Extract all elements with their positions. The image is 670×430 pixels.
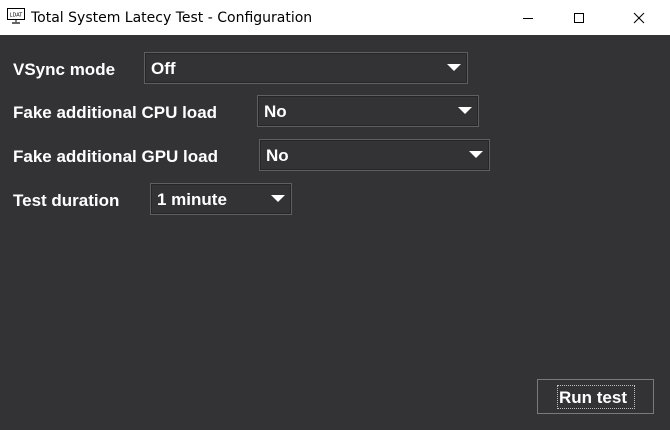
test-duration-dropdown[interactable]: 1 minute [150,183,292,215]
close-button[interactable] [616,0,662,35]
gpu-load-value: No [266,146,289,165]
app-icon: LDAT [7,8,25,24]
test-duration-value: 1 minute [157,190,227,209]
vsync-mode-label: VSync mode [13,60,116,79]
chevron-down-icon [469,151,483,158]
window-title: Total System Latecy Test - Configuration [31,10,313,26]
title-bar[interactable]: LDAT Total System Latecy Test - Configur… [0,0,670,35]
cpu-load-dropdown[interactable]: No [257,95,479,127]
maximize-button[interactable] [556,0,602,35]
run-test-label: Run test [559,388,627,407]
maximize-icon [574,12,584,23]
chevron-down-icon [458,107,472,114]
vsync-mode-value: Off [151,59,176,78]
cpu-load-value: No [264,102,287,121]
test-duration-label: Test duration [13,191,120,210]
cpu-load-label: Fake additional CPU load [13,103,218,122]
vsync-mode-dropdown[interactable]: Off [144,52,468,84]
run-test-button[interactable]: Run test [537,379,654,414]
app-icon-text: LDAT [10,13,24,19]
gpu-load-label: Fake additional GPU load [13,147,218,166]
gpu-load-dropdown[interactable]: No [259,139,490,171]
minimize-icon [523,17,533,19]
chevron-down-icon [447,64,461,71]
chevron-down-icon [271,195,285,202]
minimize-button[interactable] [505,0,551,35]
app-window: LDAT Total System Latecy Test - Configur… [0,0,670,430]
close-icon [633,12,645,23]
